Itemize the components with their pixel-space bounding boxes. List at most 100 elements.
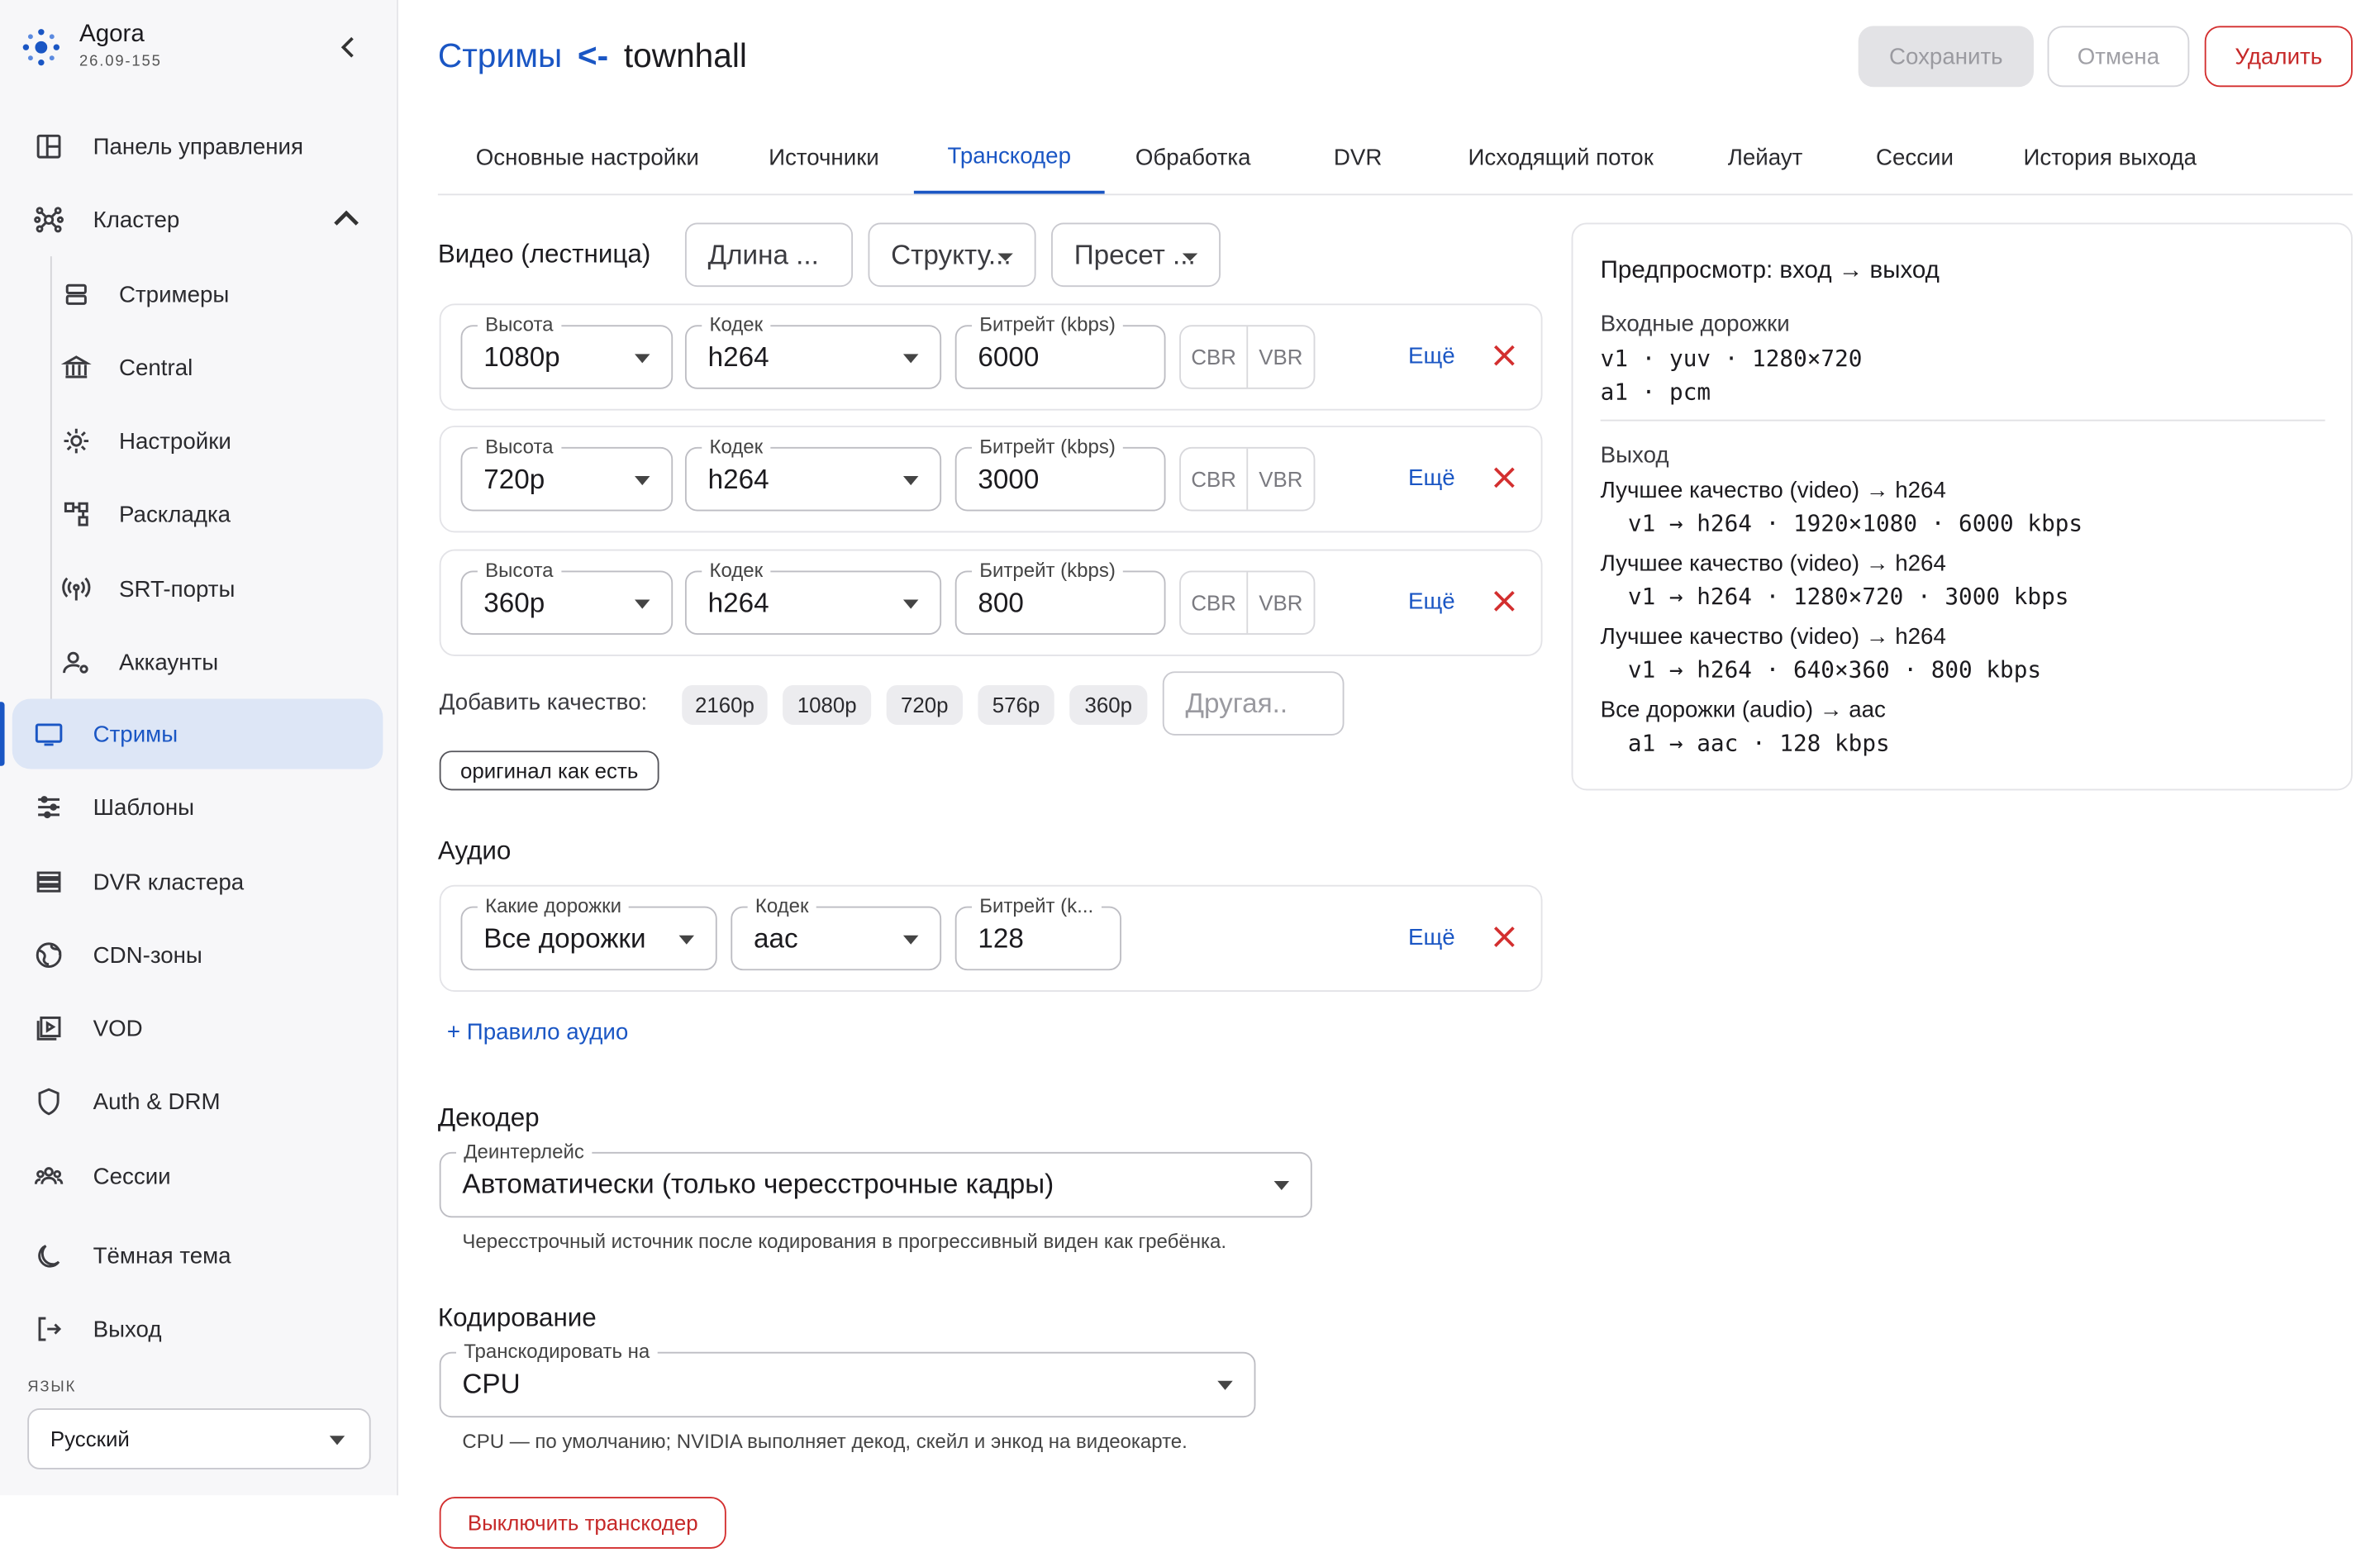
add-quality-720p[interactable]: 720p — [886, 684, 963, 725]
custom-quality-input[interactable]: Другая.. — [1162, 671, 1345, 736]
cbr-option[interactable]: CBR — [1181, 572, 1249, 634]
logout-button[interactable]: Выход — [12, 1294, 383, 1365]
more-link[interactable]: Ещё — [1408, 343, 1455, 369]
sidebar-item-label: DVR кластера — [93, 869, 245, 895]
sidebar-item-templates[interactable]: Шаблоны — [12, 772, 383, 842]
sidebar-item-cdn-zones[interactable]: CDN-зоны — [12, 920, 383, 990]
sidebar-item-cluster-dvr[interactable]: DVR кластера — [12, 847, 383, 917]
add-quality-2160p[interactable]: 2160p — [682, 684, 768, 725]
user-settings-icon — [61, 647, 92, 678]
tracks-select[interactable]: Какие дорожки Все дорожки — [460, 893, 717, 971]
remove-row-icon[interactable] — [1492, 589, 1517, 614]
structure-button[interactable]: Структу... — [868, 222, 1036, 288]
breadcrumb-streams-link[interactable]: Стримы — [438, 36, 562, 74]
rate-control-toggle[interactable]: CBR VBR — [1179, 570, 1316, 636]
length-button[interactable]: Длина ... — [684, 222, 854, 288]
deinterlace-select[interactable]: Деинтерлейс Автоматически (только чересст… — [439, 1140, 1312, 1218]
dark-theme-toggle[interactable]: Тёмная тема — [12, 1221, 383, 1291]
sidebar-item-vod[interactable]: VOD — [12, 993, 383, 1064]
save-button[interactable]: Сохранить — [1858, 26, 2034, 88]
height-select[interactable]: Высота 1080p — [460, 312, 674, 389]
tab-sources[interactable]: Источники — [740, 122, 907, 194]
more-link[interactable]: Ещё — [1408, 925, 1455, 950]
codec-select[interactable]: Кодек h264 — [684, 312, 942, 389]
preset-button[interactable]: Пресет ... — [1051, 222, 1221, 288]
bitrate-input[interactable]: Битрейт (kbps) 3000 — [954, 435, 1166, 512]
remove-row-icon[interactable] — [1492, 925, 1517, 950]
collapse-sidebar-icon[interactable] — [336, 34, 363, 61]
rate-control-toggle[interactable]: CBR VBR — [1179, 446, 1316, 512]
tab-basic-settings[interactable]: Основные настройки — [438, 122, 737, 194]
original-as-is-chip[interactable]: оригинал как есть — [439, 750, 659, 791]
tab-sessions[interactable]: Сессии — [1857, 122, 1973, 194]
transcode-device-label: Транскодировать на — [456, 1339, 658, 1363]
tab-output-stream[interactable]: Исходящий поток — [1445, 122, 1677, 194]
more-link[interactable]: Ещё — [1408, 589, 1455, 615]
cbr-option[interactable]: CBR — [1181, 448, 1249, 510]
height-label: Высота — [477, 435, 561, 458]
delete-button[interactable]: Удалить — [2204, 26, 2353, 88]
active-indicator — [0, 702, 5, 766]
transcode-device-select[interactable]: Транскодировать на CPU — [439, 1339, 1256, 1418]
bitrate-label: Битрейт (kbps) — [972, 435, 1124, 458]
chevron-down-icon — [678, 935, 695, 945]
output-detail: v1 → h264 · 1280×720 · 3000 kbps — [1627, 583, 2069, 611]
tab-output-history[interactable]: История выхода — [2000, 122, 2220, 194]
bitrate-label: Битрейт (k... — [972, 893, 1102, 917]
rate-control-toggle[interactable]: CBR VBR — [1179, 325, 1316, 389]
remove-row-icon[interactable] — [1492, 465, 1517, 490]
chevron-up-icon[interactable] — [331, 204, 362, 235]
moon-icon — [34, 1241, 64, 1271]
chevron-down-icon — [635, 599, 650, 609]
sidebar-item-dashboard[interactable]: Панель управления — [12, 112, 383, 182]
add-audio-rule-link[interactable]: + Правило аудио — [447, 1019, 628, 1045]
chevron-down-icon — [1273, 1180, 1290, 1191]
tab-bar: Основные настройки Источники Транскодер … — [437, 122, 2353, 196]
sliders-icon — [34, 792, 64, 822]
audio-bitrate-input[interactable]: Битрейт (k... 128 — [954, 893, 1121, 971]
disable-transcoder-button[interactable]: Выключить транскодер — [439, 1497, 726, 1549]
chevron-down-icon — [902, 935, 919, 945]
tab-dvr[interactable]: DVR — [1305, 122, 1411, 194]
codec-select[interactable]: Кодек h264 — [684, 435, 942, 512]
tab-layout[interactable]: Лейаут — [1704, 122, 1826, 194]
sidebar-item-auth-drm[interactable]: Auth & DRM — [12, 1066, 383, 1136]
chevron-down-icon — [635, 476, 650, 486]
tab-processing[interactable]: Обработка — [1111, 122, 1275, 194]
codec-value: h264 — [707, 463, 769, 494]
height-label: Высота — [477, 312, 561, 336]
add-quality-1080p[interactable]: 1080p — [783, 684, 872, 725]
tab-transcoder[interactable]: Транскодер — [913, 122, 1105, 194]
audio-codec-select[interactable]: Кодек aac — [731, 893, 942, 971]
sidebar-item-sessions[interactable]: Сессии — [12, 1141, 383, 1212]
height-select[interactable]: Высота 720p — [460, 435, 674, 512]
codec-select[interactable]: Кодек h264 — [684, 558, 942, 636]
sidebar-item-layout[interactable]: Раскладка — [12, 479, 383, 550]
bitrate-input[interactable]: Битрейт (kbps) 6000 — [954, 312, 1166, 389]
sidebar-item-streams[interactable]: Стримы — [12, 698, 383, 769]
vbr-option[interactable]: VBR — [1248, 449, 1313, 510]
sidebar-item-streamers[interactable]: Стримеры — [12, 260, 383, 330]
cancel-button[interactable]: Отмена — [2047, 26, 2190, 88]
vbr-option[interactable]: VBR — [1248, 326, 1313, 388]
bitrate-label: Битрейт (kbps) — [972, 558, 1124, 582]
sidebar-item-accounts[interactable]: Аккаунты — [12, 627, 383, 698]
bitrate-input[interactable]: Битрейт (kbps) 800 — [954, 558, 1166, 636]
add-quality-576p[interactable]: 576p — [978, 684, 1054, 725]
cbr-option[interactable]: CBR — [1181, 326, 1249, 388]
sidebar-item-central[interactable]: Central — [12, 332, 383, 402]
bitrate-value: 800 — [978, 586, 1024, 617]
audio-bitrate-value: 128 — [978, 922, 1024, 953]
sidebar-item-srt-ports[interactable]: SRT-порты — [12, 554, 383, 624]
sidebar-item-settings[interactable]: Настройки — [12, 406, 383, 476]
height-select[interactable]: Высота 360p — [460, 558, 674, 636]
sidebar-item-cluster[interactable]: Кластер — [12, 184, 383, 255]
remove-row-icon[interactable] — [1492, 343, 1517, 368]
preview-panel: Предпросмотр: вход → выход Входные дорож… — [1571, 222, 2353, 791]
more-link[interactable]: Ещё — [1408, 465, 1455, 491]
output-head: Все дорожки (audio) → aac — [1600, 697, 1886, 724]
vbr-option[interactable]: VBR — [1248, 572, 1313, 633]
language-select[interactable]: Русский — [27, 1408, 371, 1469]
add-quality-360p[interactable]: 360p — [1069, 684, 1148, 725]
breadcrumb-separator: <- — [577, 36, 609, 75]
